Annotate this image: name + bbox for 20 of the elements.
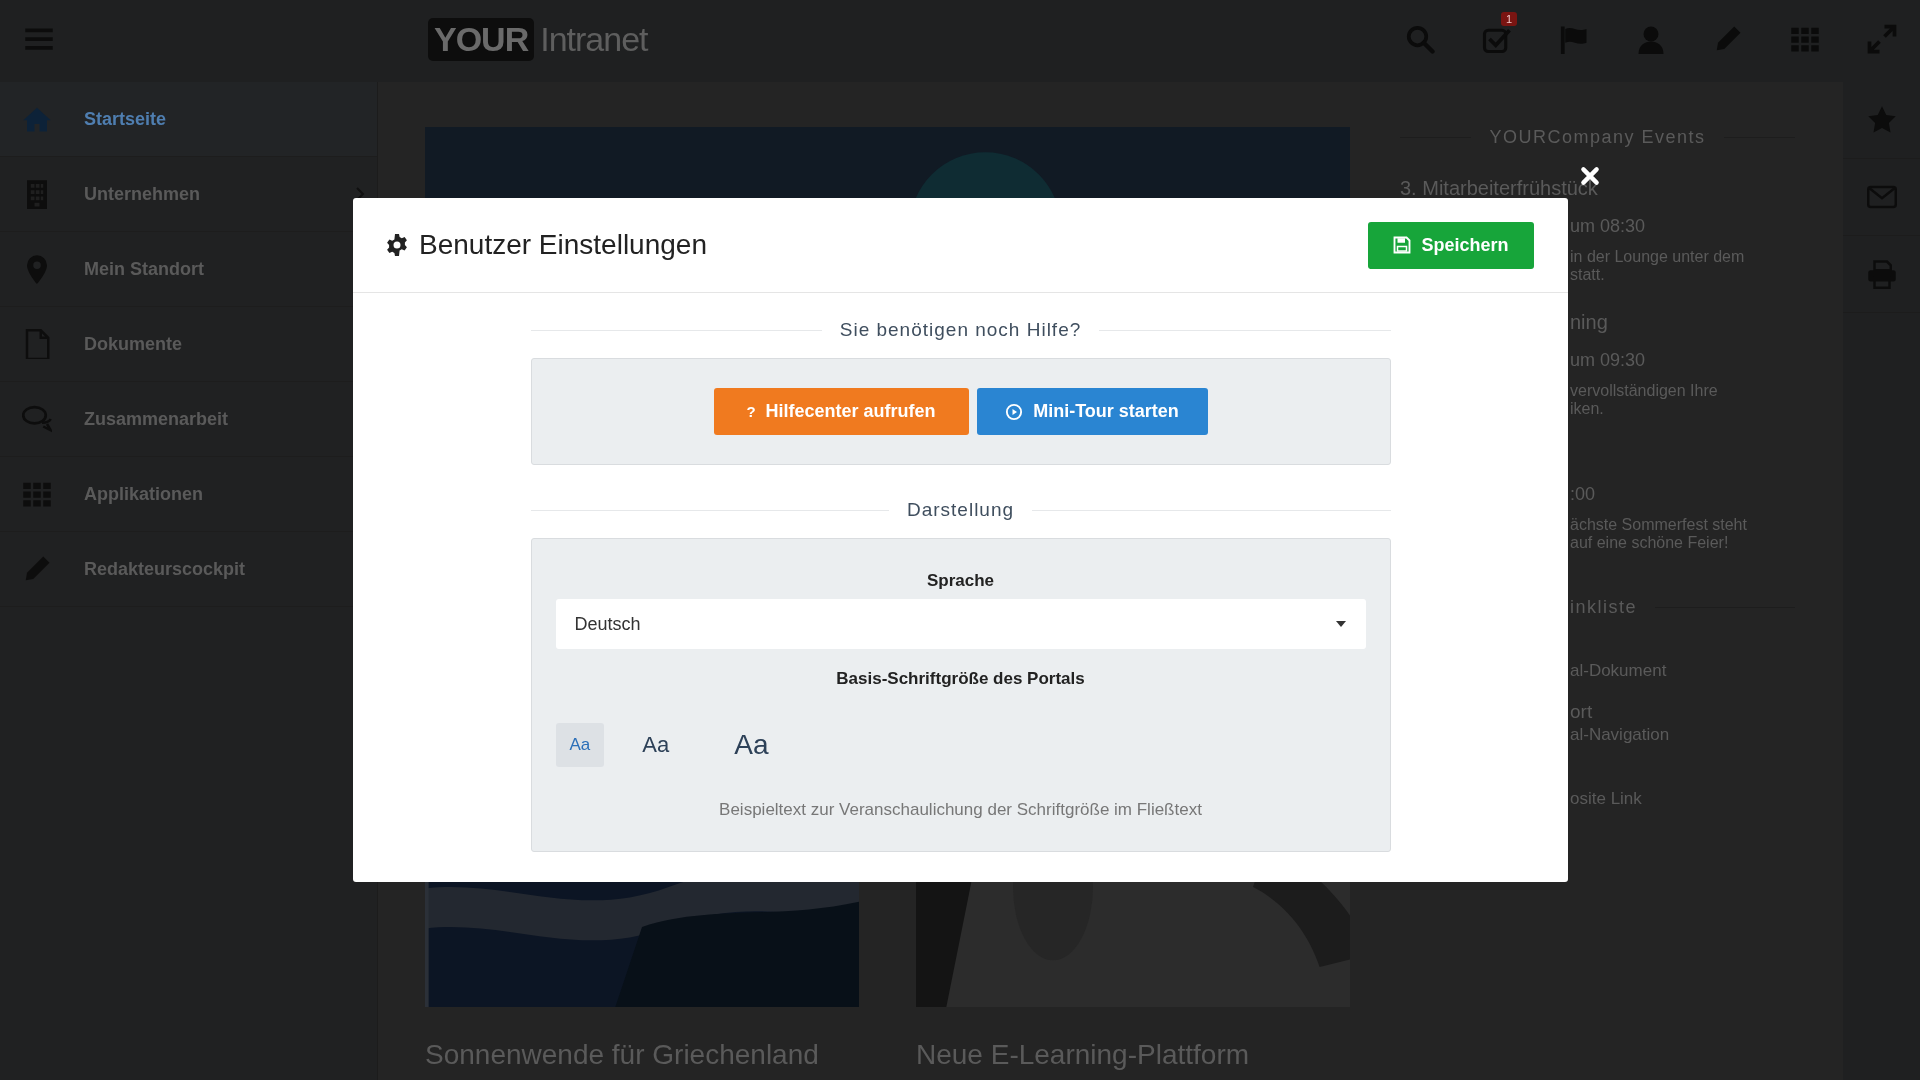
save-button[interactable]: Speichern [1368, 221, 1534, 269]
section-heading: Sie benötigen noch Hilfe? [839, 319, 1082, 341]
field-label: Basis-Schriftgröße des Portals [836, 669, 1085, 689]
help-center-button[interactable]: ? Hilfecenter aufrufen [713, 388, 969, 435]
logo[interactable]: YOUR Intranet [428, 17, 648, 61]
font-size-option[interactable]: Aa [628, 723, 684, 767]
sidebar-item[interactable]: Startseite [0, 82, 377, 157]
caret-icon [1335, 621, 1346, 627]
field-label: Sprache [926, 571, 995, 591]
notification-badge: 1 [1501, 12, 1518, 26]
search-icon[interactable] [1404, 24, 1435, 54]
section-heading: Darstellung [906, 499, 1015, 521]
language-dropdown[interactable]: Deutsch [555, 599, 1366, 649]
font-size-option[interactable]: Aa [555, 723, 605, 767]
sample-text: Beispieltext zur Veranschaulichung der Schriftgröße im Fließtext [719, 800, 1202, 820]
font-size-option[interactable]: Aa [720, 723, 783, 767]
play-icon [1005, 402, 1024, 421]
settings-icon [385, 233, 409, 257]
tour-button[interactable]: Mini-Tour starten [976, 388, 1208, 435]
dialog-title: Benutzer Einstellungen [419, 229, 707, 261]
